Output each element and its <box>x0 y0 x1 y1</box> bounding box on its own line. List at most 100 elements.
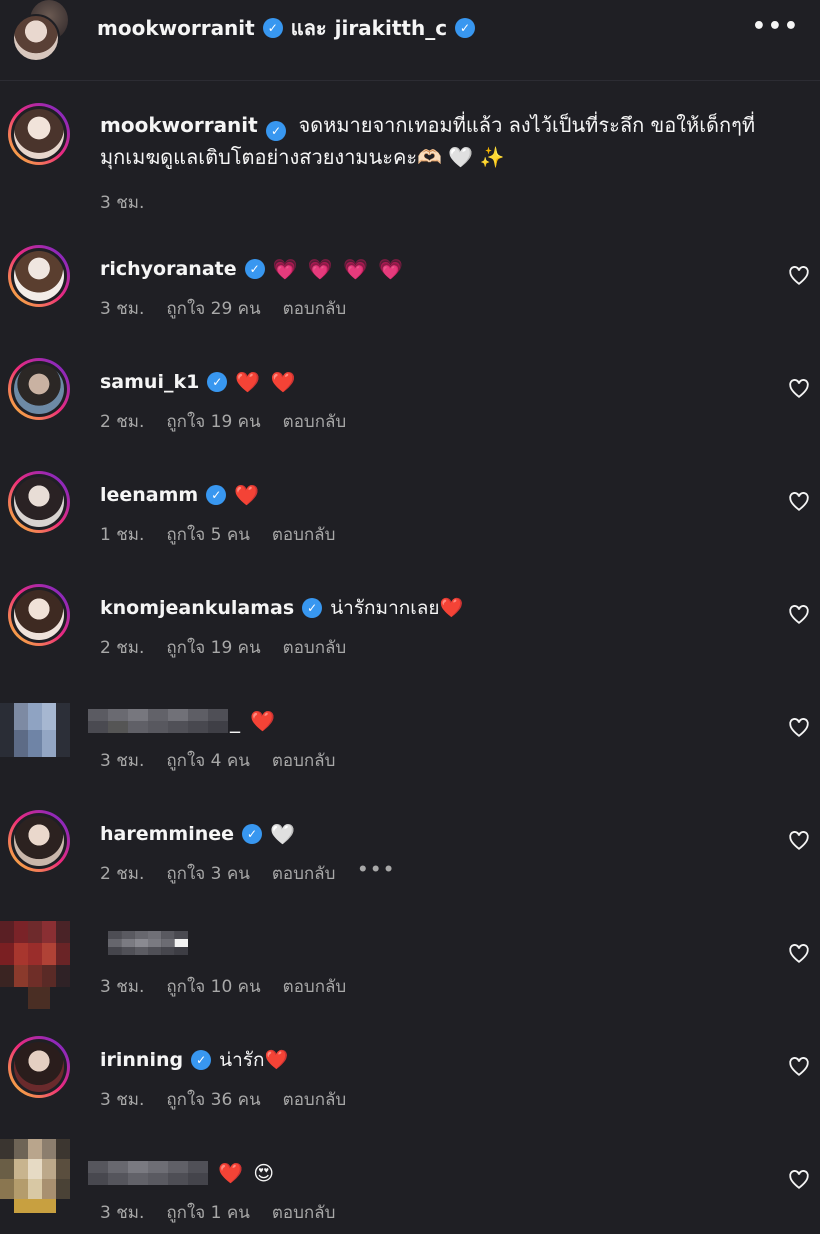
verified-badge-icon: ✓ <box>262 18 283 38</box>
like-heart-icon[interactable] <box>788 604 810 626</box>
pixelated-username[interactable] <box>88 709 238 733</box>
like-heart-icon[interactable] <box>788 717 810 739</box>
reply-button[interactable]: ตอบกลับ <box>272 521 336 548</box>
comment-meta: 3 ชม. ถูกใจ 1 คน ตอบกลับ <box>100 1199 335 1226</box>
comment-item: _ ❤️ 3 ชม. ถูกใจ 4 คน ตอบกลับ <box>0 695 820 808</box>
verified-badge-icon: ✓ <box>242 824 263 844</box>
caption-time: 3 ชม. <box>100 193 145 213</box>
post-header: mookworranit ✓ และ jirakitth_c ✓ ••• <box>0 0 820 81</box>
comment-item: 3 ชม. ถูกใจ 10 คน ตอบกลับ <box>0 921 820 1034</box>
commenter-avatar[interactable] <box>8 358 70 420</box>
comment-likes[interactable]: ถูกใจ 29 คน <box>166 295 260 322</box>
comment-line: haremminee ✓ 🤍 <box>100 820 297 848</box>
comment-meta: 3 ชม. ถูกใจ 10 คน ตอบกลับ <box>100 973 346 1000</box>
comment-line: ❤️ 😍 <box>218 1159 276 1187</box>
verified-badge-icon: ✓ <box>455 18 476 38</box>
verified-badge-icon: ✓ <box>302 598 323 618</box>
caption-text-block: mookworranit ✓ จดหมายจากเทอมที่แล้ว ลงไว… <box>100 109 760 173</box>
commenter-avatar[interactable] <box>8 584 70 646</box>
reply-button[interactable]: ตอบกลับ <box>272 860 336 887</box>
like-heart-icon[interactable] <box>788 265 810 287</box>
comment-time: 3 ชม. <box>100 1090 145 1110</box>
comment-item: leenamm ✓ ❤️ 1 ชม. ถูกใจ 5 คน ตอบกลับ <box>0 469 820 582</box>
comment-meta: 3 ชม. ถูกใจ 4 คน ตอบกลับ <box>100 747 335 774</box>
comment-more-icon[interactable]: ••• <box>357 860 396 887</box>
commenter-avatar[interactable] <box>8 471 70 533</box>
comment-username[interactable]: leenamm <box>100 484 198 506</box>
comment-text: _ ❤️ <box>230 709 278 733</box>
pixelated-avatar[interactable] <box>0 1139 70 1219</box>
header-username-1[interactable]: mookworranit <box>97 16 255 40</box>
reply-button[interactable]: ตอบกลับ <box>272 1199 336 1226</box>
comment-meta: 3 ชม. ถูกใจ 29 คน ตอบกลับ <box>100 295 346 322</box>
verified-badge-icon: ✓ <box>207 372 228 392</box>
comment-line: richyoranate ✓ 💗 💗 💗 💗 <box>100 255 405 283</box>
comment-text: ❤️ ❤️ <box>235 370 298 394</box>
comment-meta: 2 ชม. ถูกใจ 19 คน ตอบกลับ <box>100 408 346 435</box>
caption-username[interactable]: mookworranit <box>100 113 258 137</box>
comment-likes[interactable]: ถูกใจ 19 คน <box>166 408 260 435</box>
comment-text: 💗 💗 💗 💗 <box>272 257 406 281</box>
comment-line: irinning ✓ น่ารัก❤️ <box>100 1046 288 1074</box>
comment-likes[interactable]: ถูกใจ 10 คน <box>166 973 260 1000</box>
reply-button[interactable]: ตอบกลับ <box>283 973 347 1000</box>
comment-likes[interactable]: ถูกใจ 4 คน <box>166 747 249 774</box>
verified-badge-icon: ✓ <box>244 259 265 279</box>
caption-avatar[interactable] <box>8 103 70 165</box>
comment-username[interactable]: knomjeankulamas <box>100 597 294 619</box>
reply-button[interactable]: ตอบกลับ <box>283 634 347 661</box>
like-heart-icon[interactable] <box>788 1169 810 1191</box>
commenter-avatar[interactable] <box>8 810 70 872</box>
reply-button[interactable]: ตอบกลับ <box>283 295 347 322</box>
comment-text: น่ารักมากเลย❤️ <box>330 597 464 619</box>
comment-text: ❤️ 😍 <box>218 1161 277 1185</box>
comment-item: richyoranate ✓ 💗 💗 💗 💗 3 ชม. ถูกใจ 29 คน… <box>0 243 820 356</box>
reply-button[interactable]: ตอบกลับ <box>272 747 336 774</box>
comment-meta: 2 ชม. ถูกใจ 3 คน ตอบกลับ ••• <box>100 860 396 887</box>
commenter-avatar[interactable] <box>8 245 70 307</box>
like-heart-icon[interactable] <box>788 378 810 400</box>
pixelated-username[interactable] <box>88 1161 208 1185</box>
comment-time: 3 ชม. <box>100 299 145 319</box>
reply-button[interactable]: ตอบกลับ <box>283 408 347 435</box>
more-options-icon[interactable]: ••• <box>752 14 800 39</box>
comment-likes[interactable]: ถูกใจ 1 คน <box>166 1199 249 1226</box>
comment-time: 3 ชม. <box>100 751 145 771</box>
comment-likes[interactable]: ถูกใจ 3 คน <box>166 860 249 887</box>
commenter-avatar[interactable] <box>8 1036 70 1098</box>
comment-meta: 1 ชม. ถูกใจ 5 คน ตอบกลับ <box>100 521 335 548</box>
verified-badge-icon: ✓ <box>206 485 227 505</box>
comment-meta: 2 ชม. ถูกใจ 19 คน ตอบกลับ <box>100 634 346 661</box>
comment-line: samui_k1 ✓ ❤️ ❤️ <box>100 368 298 396</box>
comment-line: leenamm ✓ ❤️ <box>100 481 261 509</box>
comment-likes[interactable]: ถูกใจ 5 คน <box>166 521 249 548</box>
pixelated-avatar[interactable] <box>0 703 70 757</box>
pixelated-avatar[interactable] <box>0 921 70 1011</box>
like-heart-icon[interactable] <box>788 830 810 852</box>
pixelated-username[interactable] <box>88 931 208 955</box>
comment-likes[interactable]: ถูกใจ 19 คน <box>166 634 260 661</box>
header-username-2[interactable]: jirakitth_c <box>335 16 447 40</box>
comment-likes[interactable]: ถูกใจ 36 คน <box>166 1086 260 1113</box>
comment-username[interactable]: irinning <box>100 1049 183 1071</box>
like-heart-icon[interactable] <box>788 491 810 513</box>
comment-item: knomjeankulamas ✓ น่ารักมากเลย❤️ 2 ชม. ถ… <box>0 582 820 695</box>
comment-username[interactable]: richyoranate <box>100 258 237 280</box>
comment-time: 3 ชม. <box>100 1203 145 1223</box>
verified-badge-icon: ✓ <box>191 1050 212 1070</box>
comment-line: _ ❤️ <box>230 707 277 735</box>
comment-time: 2 ชม. <box>100 638 145 658</box>
comment-time: 2 ชม. <box>100 864 145 884</box>
comment-item: samui_k1 ✓ ❤️ ❤️ 2 ชม. ถูกใจ 19 คน ตอบกล… <box>0 356 820 469</box>
verified-badge-icon: ✓ <box>266 121 287 141</box>
comment-username[interactable]: samui_k1 <box>100 371 199 393</box>
like-heart-icon[interactable] <box>788 943 810 965</box>
comment-text: 🤍 <box>270 822 297 846</box>
comment-item: irinning ✓ น่ารัก❤️ 3 ชม. ถูกใจ 36 คน ตอ… <box>0 1034 820 1147</box>
reply-button[interactable]: ตอบกลับ <box>283 1086 347 1113</box>
comment-username[interactable]: haremminee <box>100 823 234 845</box>
comment-line: knomjeankulamas ✓ น่ารักมากเลย❤️ <box>100 594 463 622</box>
comment-time: 1 ชม. <box>100 525 145 545</box>
author-avatar[interactable] <box>12 14 60 62</box>
like-heart-icon[interactable] <box>788 1056 810 1078</box>
